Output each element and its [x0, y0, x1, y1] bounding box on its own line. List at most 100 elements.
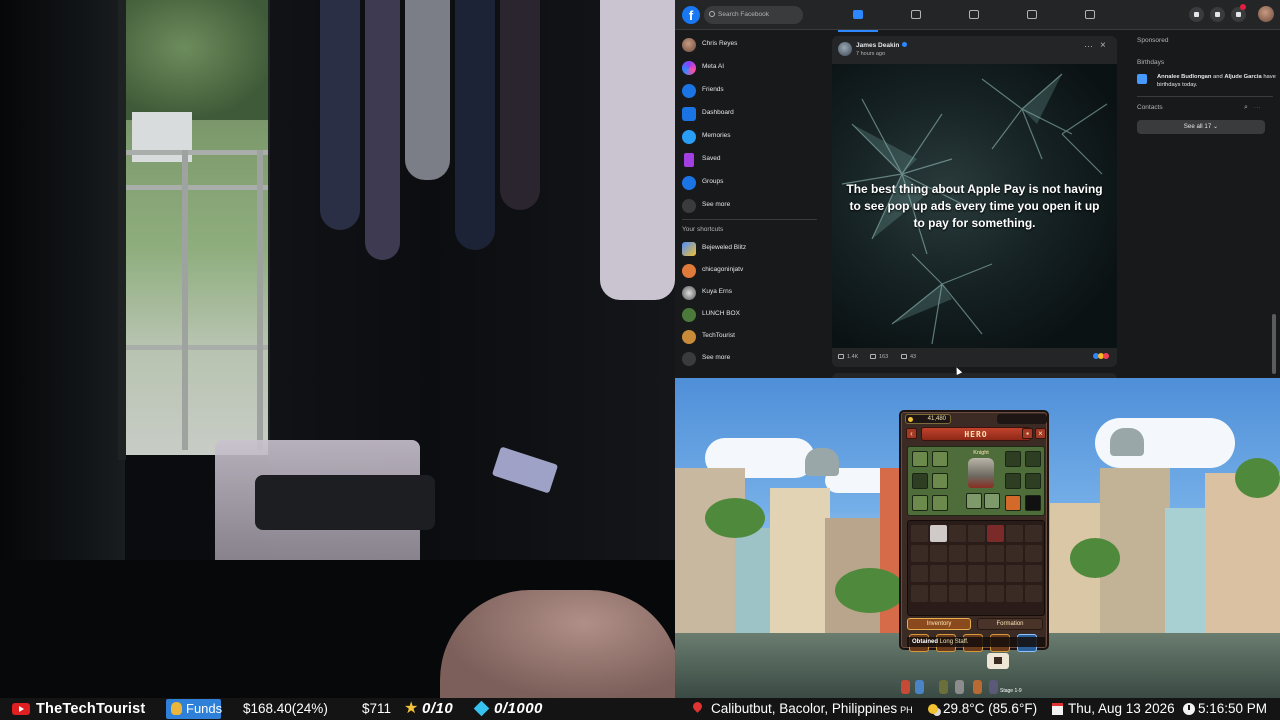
- more-options-icon[interactable]: ⋯: [1254, 104, 1261, 111]
- party-hero[interactable]: [939, 680, 948, 694]
- inventory-slot[interactable]: [911, 545, 928, 562]
- menu-button[interactable]: [1189, 7, 1204, 22]
- inventory-slot[interactable]: [968, 585, 985, 602]
- inventory-slot[interactable]: [1025, 545, 1042, 562]
- inventory-slot[interactable]: [1025, 585, 1042, 602]
- comments-count[interactable]: 163: [870, 354, 888, 360]
- inventory-slot[interactable]: [949, 565, 966, 582]
- sidebar-item-saved[interactable]: Saved: [682, 151, 820, 169]
- search-input[interactable]: Search Facebook: [704, 6, 803, 24]
- inventory-slot[interactable]: [911, 565, 928, 582]
- author-avatar[interactable]: [838, 42, 852, 56]
- shortcut-item[interactable]: chicagoninjatv: [682, 262, 820, 280]
- messenger-button[interactable]: [1210, 7, 1225, 22]
- element-slot[interactable]: [1025, 495, 1041, 511]
- inventory-slot[interactable]: [949, 545, 966, 562]
- equip-slot[interactable]: [912, 451, 928, 467]
- party-hero[interactable]: [955, 680, 964, 694]
- party-hero[interactable]: [973, 680, 982, 694]
- inventory-slot[interactable]: [987, 585, 1004, 602]
- chevron-down-icon: ⌄: [1213, 123, 1219, 130]
- sidebar-item-friends[interactable]: Friends: [682, 82, 820, 100]
- settings-button[interactable]: ▪: [1022, 428, 1033, 439]
- tab-video[interactable]: [906, 6, 926, 24]
- shortcut-item[interactable]: LUNCH BOX: [682, 306, 820, 324]
- tab-marketplace[interactable]: [1022, 6, 1042, 24]
- equip-slot[interactable]: [1005, 451, 1021, 467]
- inventory-slot[interactable]: [1025, 525, 1042, 542]
- equip-slot[interactable]: [1025, 451, 1041, 467]
- inventory-slot[interactable]: [968, 545, 985, 562]
- sidebar-item-memories[interactable]: Memories: [682, 128, 820, 146]
- author-name[interactable]: James Deakin: [856, 42, 899, 49]
- element-slot[interactable]: [1005, 495, 1021, 511]
- inventory-slot[interactable]: [1006, 525, 1023, 542]
- resource-icons[interactable]: [997, 414, 1047, 424]
- sidebar-item-meta-ai[interactable]: Meta AI: [682, 59, 820, 77]
- saved-icon: [684, 153, 694, 167]
- equip-slot[interactable]: [932, 473, 948, 489]
- inventory-slot[interactable]: [930, 585, 947, 602]
- party-hero[interactable]: [989, 680, 998, 694]
- equip-slot[interactable]: [1005, 473, 1021, 489]
- reactions-summary[interactable]: [1093, 353, 1109, 361]
- equip-slot[interactable]: [912, 473, 928, 489]
- shortcut-item[interactable]: Kuya Erns: [682, 284, 820, 302]
- sidebar-divider: [1137, 96, 1273, 97]
- inventory-slot[interactable]: [1006, 585, 1023, 602]
- inventory-slot[interactable]: [949, 585, 966, 602]
- post-image[interactable]: The best thing about Apple Pay is not ha…: [832, 64, 1117, 348]
- sidebar-item-groups[interactable]: Groups: [682, 174, 820, 192]
- inventory-slot[interactable]: [968, 565, 985, 582]
- inventory-slot[interactable]: [930, 545, 947, 562]
- back-button[interactable]: ‹: [906, 428, 917, 439]
- shortcut-item[interactable]: Bejeweled Blitz: [682, 240, 820, 258]
- tab-inventory[interactable]: Inventory: [907, 618, 971, 630]
- tab-gaming[interactable]: [1080, 6, 1100, 24]
- close-button[interactable]: ×: [1035, 428, 1046, 439]
- inventory-slot[interactable]: [968, 525, 985, 542]
- more-options-icon[interactable]: ···: [1084, 42, 1093, 51]
- ally-slot[interactable]: [984, 493, 1000, 509]
- inventory-slot[interactable]: [1006, 565, 1023, 582]
- facebook-logo-icon[interactable]: f: [682, 6, 700, 24]
- post-author[interactable]: James Deakin: [856, 42, 908, 49]
- party-hero[interactable]: [915, 680, 924, 694]
- inventory-slot[interactable]: [930, 525, 947, 542]
- map-button[interactable]: [987, 653, 1009, 669]
- inventory-slot[interactable]: [1025, 565, 1042, 582]
- inventory-slot[interactable]: [911, 525, 928, 542]
- shortcuts-see-more[interactable]: See more: [682, 350, 820, 368]
- search-icon[interactable]: ⌕: [1244, 104, 1248, 111]
- sidebar-see-more[interactable]: See more: [682, 197, 820, 215]
- inventory-slot[interactable]: [1006, 545, 1023, 562]
- account-avatar[interactable]: [1258, 6, 1274, 22]
- party-hero[interactable]: [901, 680, 910, 694]
- notifications-button[interactable]: [1231, 4, 1246, 22]
- knight-sprite[interactable]: [968, 458, 994, 488]
- tab-friends[interactable]: [964, 6, 984, 24]
- tab-home[interactable]: [838, 6, 878, 32]
- inventory-slot[interactable]: [930, 565, 947, 582]
- ally-slot[interactable]: [966, 493, 982, 509]
- close-icon[interactable]: ×: [1100, 41, 1106, 51]
- equip-slot[interactable]: [912, 495, 928, 511]
- likes-count[interactable]: 1.4K: [838, 354, 858, 360]
- inventory-slot[interactable]: [949, 525, 966, 542]
- sidebar-item-profile[interactable]: Chris Reyes: [682, 36, 820, 54]
- post-timestamp[interactable]: 7 hours ago: [856, 51, 885, 57]
- inventory-slot[interactable]: [987, 525, 1004, 542]
- inventory-slot[interactable]: [987, 565, 1004, 582]
- equip-slot[interactable]: [932, 451, 948, 467]
- inventory-slot[interactable]: [911, 585, 928, 602]
- equip-slot[interactable]: [932, 495, 948, 511]
- shares-count[interactable]: 43: [901, 354, 916, 360]
- shortcut-item[interactable]: TechTourist: [682, 328, 820, 346]
- see-all-contacts-button[interactable]: See all 17 ⌄: [1137, 120, 1265, 134]
- equip-slot[interactable]: [1025, 473, 1041, 489]
- inventory-slot[interactable]: [987, 545, 1004, 562]
- birthday-notice[interactable]: Annalee Budlongan and Aljude Garcia have…: [1157, 73, 1277, 89]
- sidebar-item-dashboard[interactable]: Dashboard: [682, 105, 820, 123]
- page-scrollbar[interactable]: [1272, 314, 1276, 374]
- tab-formation[interactable]: Formation: [977, 618, 1043, 630]
